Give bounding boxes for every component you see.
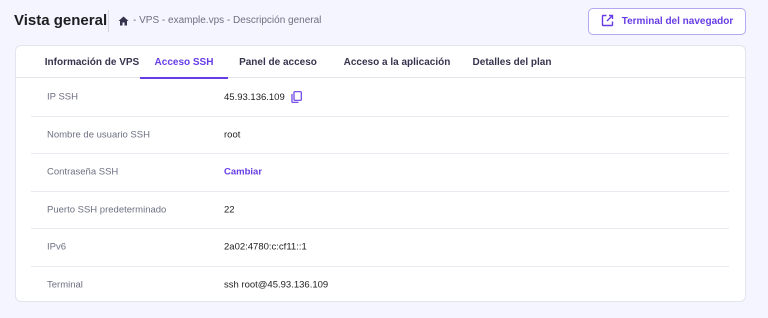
ssh-port-value: 22	[224, 204, 235, 216]
row-value: 45.93.136.109	[224, 91, 302, 104]
ssh-access-card: Información de VPS Acceso SSH Panel de a…	[15, 45, 746, 302]
header-divider	[108, 10, 109, 32]
terminal-command-value: ssh root@45.93.136.109	[224, 279, 329, 291]
row-ipv6: IPv6 2a02:4780:c:cf11::1	[31, 229, 729, 267]
row-ssh-password: Contraseña SSH Cambiar	[31, 154, 729, 192]
browser-terminal-button[interactable]: Terminal del navegador	[588, 8, 746, 35]
row-label: Nombre de usuario SSH	[47, 129, 150, 141]
ssh-ip-value: 45.93.136.109	[224, 91, 285, 103]
change-password-link[interactable]: Cambiar	[224, 167, 262, 178]
row-label: IPv6	[47, 241, 67, 253]
external-link-icon	[601, 14, 614, 30]
tab-vps-info[interactable]: Información de VPS	[27, 46, 157, 78]
tab-bar: Información de VPS Acceso SSH Panel de a…	[16, 46, 745, 79]
copy-icon[interactable]	[291, 91, 302, 104]
row-ssh-ip: IP SSH 45.93.136.109	[31, 79, 729, 117]
row-label: Terminal	[47, 279, 83, 291]
ssh-details-list: IP SSH 45.93.136.109 Nombre de usuario S…	[31, 79, 729, 302]
ssh-username-value: root	[224, 129, 241, 141]
tab-app-access[interactable]: Acceso a la aplicación	[332, 46, 462, 78]
tab-ssh-access[interactable]: Acceso SSH	[140, 46, 228, 79]
breadcrumb: - VPS - example.vps - Descripción genera…	[118, 15, 321, 26]
tab-panel-access[interactable]: Panel de acceso	[228, 46, 328, 78]
row-terminal: Terminal ssh root@45.93.136.109	[31, 267, 729, 302]
browser-terminal-label: Terminal del navegador	[621, 16, 734, 27]
page-title: Vista general	[14, 12, 108, 29]
tab-plan-details[interactable]: Detalles del plan	[468, 46, 556, 78]
breadcrumb-path: - VPS - example.vps - Descripción genera…	[133, 15, 322, 26]
row-label: Contraseña SSH	[47, 166, 119, 178]
home-icon[interactable]	[118, 16, 129, 26]
page-header: Vista general - VPS - example.vps - Desc…	[0, 0, 768, 44]
ipv6-value: 2a02:4780:c:cf11::1	[224, 241, 307, 253]
row-ssh-username: Nombre de usuario SSH root	[31, 117, 729, 154]
row-label: IP SSH	[47, 91, 78, 103]
row-label: Puerto SSH predeterminado	[47, 204, 167, 216]
row-ssh-port: Puerto SSH predeterminado 22	[31, 192, 729, 229]
